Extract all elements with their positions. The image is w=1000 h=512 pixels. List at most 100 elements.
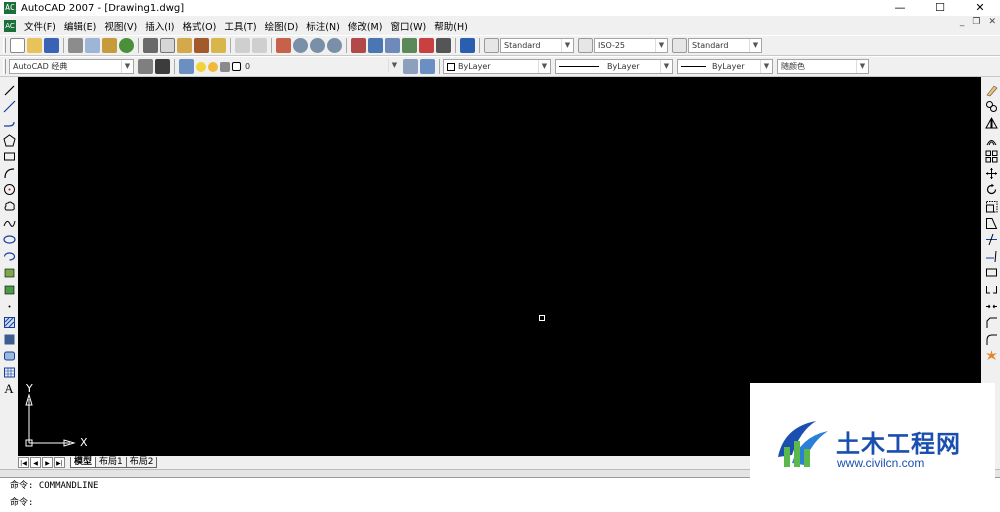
menu-window[interactable]: 窗口(W) (390, 19, 426, 33)
join-icon[interactable] (985, 300, 998, 313)
match-properties-icon[interactable] (194, 38, 209, 53)
properties-icon[interactable] (351, 38, 366, 53)
menu-edit[interactable]: 编辑(E) (64, 19, 96, 33)
lock-icon[interactable] (220, 61, 230, 72)
offset-icon[interactable] (985, 134, 998, 147)
toolbar-grip[interactable] (3, 38, 6, 53)
table-icon[interactable] (3, 366, 16, 379)
ellipse-arc-icon[interactable] (3, 250, 16, 263)
make-block-icon[interactable] (3, 283, 16, 296)
construction-line-icon[interactable] (3, 100, 16, 113)
zoom-previous-icon[interactable] (327, 38, 342, 53)
menu-tools[interactable]: 工具(T) (224, 19, 256, 33)
point-icon[interactable] (3, 300, 16, 313)
extend-icon[interactable] (985, 250, 998, 263)
document-icon[interactable]: AC (4, 19, 16, 32)
tool-palettes-icon[interactable] (385, 38, 400, 53)
menu-dimension[interactable]: 标注(N) (306, 19, 340, 33)
toolbar-grip[interactable] (3, 59, 6, 74)
first-tab-button[interactable]: |◀ (18, 456, 29, 468)
copy-icon[interactable] (160, 38, 175, 53)
tab-layout1[interactable]: 布局1 (95, 456, 127, 468)
region-icon[interactable] (3, 349, 16, 362)
linetype-dropdown[interactable]: ByLayer ▼ (555, 59, 673, 74)
revision-cloud-icon[interactable] (3, 200, 16, 213)
plot-preview-icon[interactable] (85, 38, 100, 53)
menu-insert[interactable]: 插入(I) (145, 19, 174, 33)
my-workspace-icon[interactable] (155, 59, 170, 74)
print-icon[interactable] (68, 38, 83, 53)
make-current-layer-icon[interactable] (403, 59, 418, 74)
zoom-window-icon[interactable] (310, 38, 325, 53)
menu-help[interactable]: 帮助(H) (434, 19, 468, 33)
lineweight-dropdown[interactable]: ByLayer ▼ (677, 59, 773, 74)
break-icon[interactable] (985, 283, 998, 296)
open-icon[interactable] (27, 38, 42, 53)
calculator-icon[interactable] (436, 38, 451, 53)
gradient-icon[interactable] (3, 333, 16, 346)
insert-block-icon[interactable] (3, 266, 16, 279)
move-icon[interactable] (985, 167, 998, 180)
plotstyle-dropdown[interactable]: 随颜色 ▼ (777, 59, 869, 74)
layer-dropdown[interactable]: 0 ▼ (242, 59, 400, 74)
scale-icon[interactable] (985, 200, 998, 213)
undo-icon[interactable] (235, 38, 250, 53)
lightbulb-icon[interactable] (196, 61, 206, 72)
minimize-button[interactable]: — (880, 0, 920, 16)
break-at-point-icon[interactable] (985, 266, 998, 279)
save-icon[interactable] (44, 38, 59, 53)
explode-icon[interactable] (985, 349, 998, 362)
circle-icon[interactable] (3, 183, 16, 196)
workspace-settings-icon[interactable] (138, 59, 153, 74)
trim-icon[interactable] (985, 233, 998, 246)
redo-icon[interactable] (252, 38, 267, 53)
multiline-text-icon[interactable]: A (3, 382, 16, 395)
rectangle-icon[interactable] (3, 150, 16, 163)
hatch-icon[interactable] (3, 316, 16, 329)
doc-close-button[interactable]: ✕ (988, 17, 996, 27)
last-tab-button[interactable]: ▶| (54, 456, 65, 468)
new-icon[interactable] (10, 38, 25, 53)
3d-dwf-icon[interactable] (119, 38, 134, 53)
dim-style-icon[interactable] (578, 38, 593, 53)
prev-tab-button[interactable]: ◀ (30, 456, 41, 468)
close-button[interactable]: ✕ (960, 0, 1000, 16)
autocad-app-icon[interactable]: AC (4, 2, 16, 14)
color-dropdown[interactable]: ByLayer ▼ (443, 59, 551, 74)
layer-previous-icon[interactable] (420, 59, 435, 74)
tab-model[interactable]: 模型 (70, 456, 97, 468)
menu-modify[interactable]: 修改(M) (348, 19, 383, 33)
block-editor-icon[interactable] (211, 38, 226, 53)
next-tab-button[interactable]: ▶ (42, 456, 53, 468)
array-icon[interactable] (985, 150, 998, 163)
stretch-icon[interactable] (985, 217, 998, 230)
arc-icon[interactable] (3, 167, 16, 180)
maximize-button[interactable]: ☐ (920, 0, 960, 16)
polygon-icon[interactable] (2, 133, 16, 147)
polyline-icon[interactable] (3, 117, 16, 130)
spline-icon[interactable] (3, 217, 16, 230)
pan-icon[interactable] (276, 38, 291, 53)
menu-file[interactable]: 文件(F) (24, 19, 56, 33)
doc-minimize-button[interactable]: _ (960, 17, 965, 27)
help-icon[interactable] (460, 38, 475, 53)
dim-style-dropdown[interactable]: ISO-25 ▼ (594, 38, 668, 53)
paste-icon[interactable] (177, 38, 192, 53)
text-style-icon[interactable] (484, 38, 499, 53)
layer-manager-icon[interactable] (179, 59, 194, 74)
erase-icon[interactable] (985, 84, 998, 97)
zoom-realtime-icon[interactable] (293, 38, 308, 53)
ellipse-icon[interactable] (2, 233, 16, 246)
chamfer-icon[interactable] (985, 316, 998, 329)
sheet-set-icon[interactable] (402, 38, 417, 53)
workspace-dropdown[interactable]: AutoCAD 经典 ▼ (9, 59, 134, 74)
copy-object-icon[interactable] (985, 100, 998, 113)
markup-icon[interactable] (419, 38, 434, 53)
fillet-icon[interactable] (985, 333, 998, 346)
layer-color-icon[interactable] (232, 62, 241, 71)
table-style-icon[interactable] (672, 38, 687, 53)
tab-layout2[interactable]: 布局2 (125, 456, 158, 468)
publish-icon[interactable] (102, 38, 117, 53)
design-center-icon[interactable] (368, 38, 383, 53)
table-style-dropdown[interactable]: Standard ▼ (688, 38, 762, 53)
